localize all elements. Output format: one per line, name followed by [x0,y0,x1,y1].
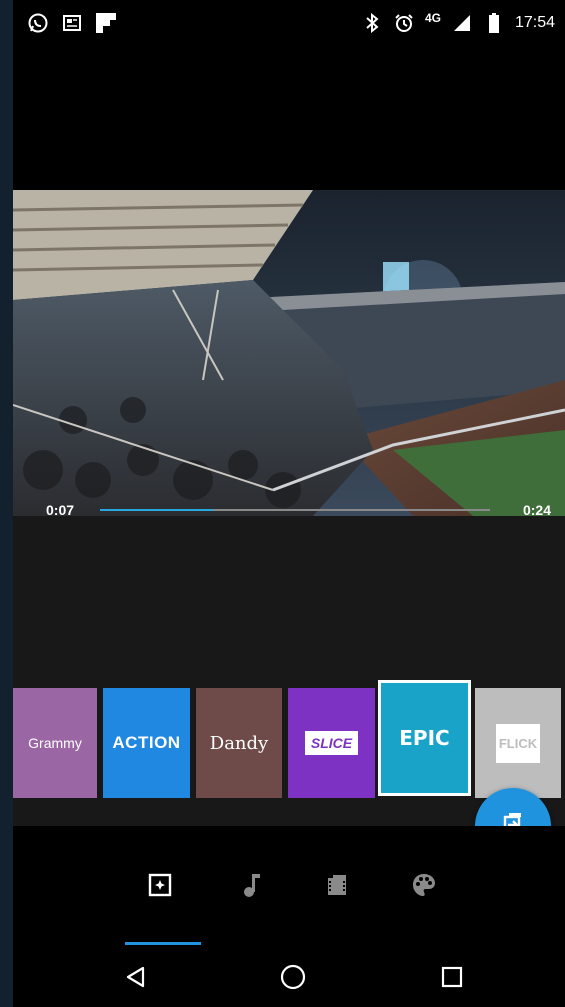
editor-tabs [13,826,565,946]
bluetooth-icon [361,12,383,34]
theme-label: Grammy [28,735,82,751]
tab-style[interactable] [145,872,175,902]
clock: 17:54 [514,14,555,31]
video-preview[interactable] [13,190,565,516]
theme-slice[interactable]: SLICE [288,688,375,798]
theme-strip[interactable]: Grammy ACTION Dandy SLICE EPIC FLICK [13,680,565,800]
network-type: 4G [424,11,441,25]
battery-icon [483,12,505,34]
theme-action[interactable]: ACTION [103,688,190,798]
tab-filters[interactable] [409,872,439,902]
theme-label: FLICK [496,723,540,763]
theme-dandy[interactable]: Dandy [196,688,282,798]
whatsapp-icon [27,12,49,34]
back-button[interactable] [121,964,151,994]
recents-icon [440,965,464,994]
background-edge [0,0,13,1007]
theme-label: EPIC [399,726,450,750]
theme-label: ACTION [112,733,181,752]
theme-label: Dandy [209,732,269,754]
news-icon [61,12,83,34]
signal-icon [451,12,473,34]
theme-label: SLICE [304,731,359,755]
flipboard-icon [95,12,117,34]
theme-epic-selected[interactable]: EPIC [378,680,471,796]
back-icon [124,965,148,994]
status-bar: 4G 17:54 [13,0,565,48]
home-icon [280,964,306,995]
navigation-bar [13,950,565,1007]
home-button[interactable] [278,964,308,994]
seek-progress [100,509,214,511]
tab-clips[interactable] [322,872,352,902]
stadium-image [13,190,565,516]
style-icon [147,872,173,903]
theme-grammy[interactable]: Grammy [13,688,97,798]
seek-bar[interactable] [100,509,490,511]
theme-flick[interactable]: FLICK [475,688,561,798]
film-icon [324,872,350,903]
recents-button[interactable] [437,964,467,994]
phone-screen: 4G 17:54 0:07 0:24 Grammy ACTION Dandy S… [13,0,565,1007]
alarm-icon [393,12,415,34]
music-icon [240,872,262,903]
palette-icon [411,872,437,903]
tab-music[interactable] [236,872,266,902]
active-tab-indicator [125,942,201,945]
